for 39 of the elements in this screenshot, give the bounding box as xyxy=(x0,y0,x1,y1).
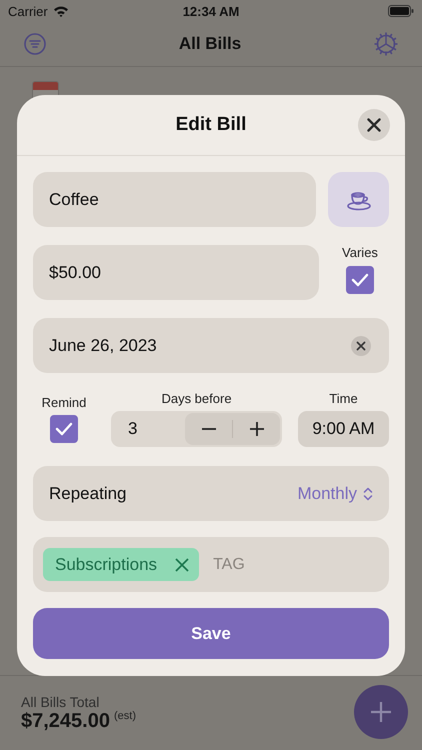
name-field[interactable]: Coffee xyxy=(33,172,316,227)
amount-field[interactable]: $50.00 xyxy=(33,245,319,300)
minus-icon xyxy=(200,428,216,430)
varies-label: Varies xyxy=(342,245,378,260)
repeat-picker[interactable]: Repeating Monthly xyxy=(33,466,389,521)
remove-icon[interactable] xyxy=(175,558,190,572)
date-field[interactable]: June 26, 2023 xyxy=(33,318,389,373)
screen-title: All Bills xyxy=(178,34,242,54)
estimate-note: (est) xyxy=(114,710,136,722)
status-time: 12:34 AM xyxy=(182,4,240,18)
dialog-title: Edit Bill xyxy=(176,114,246,136)
date-value: June 26, 2023 xyxy=(49,336,157,356)
repeat-value: Monthly xyxy=(297,484,357,504)
checkbox[interactable] xyxy=(50,415,78,443)
tag-chip[interactable]: Subscriptions xyxy=(43,548,200,581)
close-icon xyxy=(367,118,381,132)
carrier-label: Carrier xyxy=(8,4,48,18)
close-button[interactable] xyxy=(358,109,390,141)
add-button[interactable] xyxy=(354,685,408,739)
checkmark-icon xyxy=(55,422,73,436)
wifi-icon xyxy=(52,5,69,17)
checkbox[interactable] xyxy=(346,266,374,294)
plus-icon xyxy=(248,421,264,437)
clear-icon[interactable] xyxy=(351,336,371,356)
repeat-label: Repeating xyxy=(49,484,127,504)
tag-input[interactable]: TAG xyxy=(213,556,304,574)
checkmark-icon xyxy=(351,273,369,287)
coffee-cup-button[interactable] xyxy=(328,172,389,227)
total-amount: $7,245.00 xyxy=(21,710,110,732)
days-before-label: Days before xyxy=(161,391,232,406)
battery-icon xyxy=(388,5,414,17)
days-field[interactable]: 3 xyxy=(128,419,138,439)
time-button[interactable]: 9:00 AM xyxy=(298,411,389,447)
save-button[interactable]: Save xyxy=(33,608,389,659)
plus-icon xyxy=(369,700,393,724)
chevron-updown-icon xyxy=(363,486,373,500)
time-label: Time xyxy=(329,391,358,406)
remind-label: Remind xyxy=(42,395,86,410)
total-label: All Bills Total xyxy=(21,694,100,710)
